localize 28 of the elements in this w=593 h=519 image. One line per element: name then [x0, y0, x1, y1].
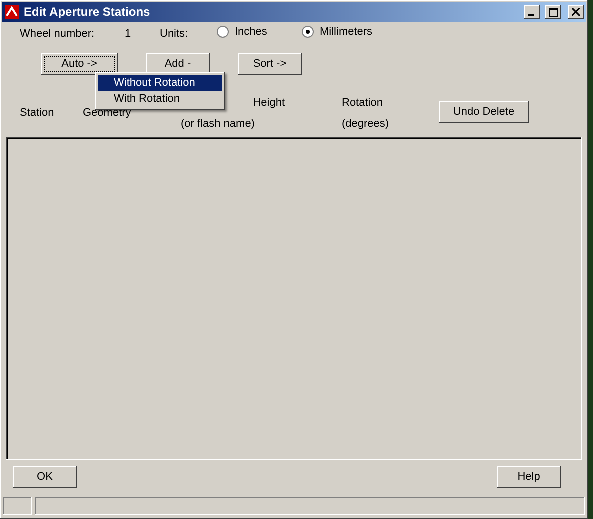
- minimize-button[interactable]: [524, 5, 540, 19]
- app-icon: [4, 4, 20, 20]
- menu-item[interactable]: With Rotation: [98, 91, 222, 107]
- undo-delete-button[interactable]: Undo Delete: [439, 101, 529, 123]
- wheel-number-value: 1: [125, 28, 132, 40]
- maximize-icon: [548, 8, 558, 16]
- radio-label: Inches: [235, 26, 268, 38]
- column-header: Rotation: [342, 96, 384, 108]
- close-icon: [572, 8, 580, 16]
- radio-label: Millimeters: [320, 26, 373, 38]
- column-header: Height: [253, 96, 285, 108]
- column-subheader: (degrees): [342, 118, 390, 130]
- wheel-number-label: Wheel number:: [20, 28, 96, 40]
- radio-button[interactable]: [302, 26, 314, 38]
- action-button[interactable]: Sort ->: [238, 53, 302, 75]
- menu-item[interactable]: Without Rotation: [98, 75, 222, 91]
- column-header: Station: [20, 107, 56, 119]
- radio-button[interactable]: [217, 26, 229, 38]
- maximize-button[interactable]: [545, 5, 561, 19]
- units-label: Units:: [160, 28, 190, 40]
- action-button[interactable]: Auto ->: [41, 53, 118, 75]
- column-subheader: (or flash name): [181, 118, 256, 130]
- column-header: Geometry: [83, 107, 132, 119]
- close-button[interactable]: [568, 5, 584, 19]
- ok-button[interactable]: OK: [13, 466, 77, 488]
- status-pane: [3, 497, 32, 515]
- window-title: Edit Aperture Stations: [24, 5, 152, 19]
- help-button[interactable]: Help: [497, 466, 561, 488]
